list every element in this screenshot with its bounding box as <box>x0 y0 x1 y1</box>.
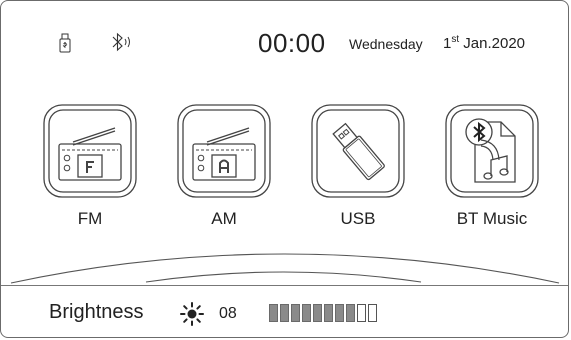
brightness-segment[interactable] <box>324 304 333 322</box>
am-radio-icon <box>177 104 271 198</box>
date: 1st Jan.2020 <box>443 34 525 52</box>
head-unit-screen: 00:00 Wednesday 1st Jan.2020 FM AM USB B… <box>0 0 569 338</box>
usb-stick-icon <box>59 33 71 58</box>
usb-app-button[interactable] <box>311 104 405 198</box>
brightness-segment[interactable] <box>346 304 355 322</box>
bt-music-app-button[interactable] <box>445 104 539 198</box>
clock-time: 00:00 <box>258 28 326 58</box>
decorative-arc <box>10 253 560 284</box>
bluetooth-music-icon <box>445 104 539 198</box>
fm-app-button[interactable] <box>43 104 137 198</box>
fm-label: FM <box>77 209 103 228</box>
brightness-segment[interactable] <box>357 304 366 322</box>
am-label: AM <box>211 209 237 228</box>
brightness-segment[interactable] <box>335 304 344 322</box>
fm-radio-icon <box>43 104 137 198</box>
date-suffix: st <box>451 34 460 45</box>
brightness-segment[interactable] <box>302 304 311 322</box>
brightness-slider[interactable] <box>269 304 377 322</box>
brightness-segment[interactable] <box>291 304 300 322</box>
brightness-value: 08 <box>219 305 237 322</box>
brightness-segment[interactable] <box>280 304 289 322</box>
bt-music-label: BT Music <box>456 209 528 228</box>
usb-label: USB <box>340 209 376 228</box>
date-rest: Jan.2020 <box>459 35 526 52</box>
am-app-button[interactable] <box>177 104 271 198</box>
brightness-segment[interactable] <box>269 304 278 322</box>
usb-drive-icon <box>311 104 405 198</box>
brightness-label: Brightness <box>49 301 144 323</box>
divider <box>1 285 568 286</box>
weekday: Wednesday <box>349 36 423 52</box>
brightness-segment[interactable] <box>368 304 377 322</box>
brightness-segment[interactable] <box>313 304 322 322</box>
bluetooth-icon <box>109 32 133 57</box>
sun-icon <box>179 301 205 332</box>
